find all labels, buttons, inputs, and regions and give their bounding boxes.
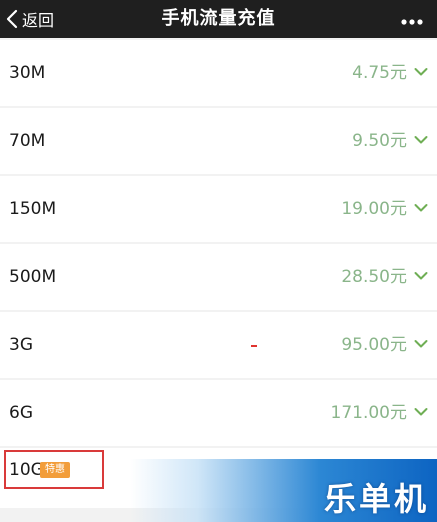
package-name: 500M bbox=[9, 267, 57, 287]
package-price: 19.00元 bbox=[341, 199, 407, 219]
package-row-500m[interactable]: 500M 28.50元 bbox=[0, 244, 437, 310]
package-row-3g[interactable]: 3G 95.00元 bbox=[0, 312, 437, 378]
package-name: 70M bbox=[9, 131, 46, 151]
more-button[interactable] bbox=[395, 0, 429, 38]
package-price: 28.50元 bbox=[341, 267, 407, 287]
package-row-30m[interactable]: 30M 4.75元 bbox=[0, 40, 437, 106]
package-price: 95.00元 bbox=[341, 335, 407, 355]
more-dots-icon bbox=[401, 10, 423, 29]
package-price: 4.75元 bbox=[352, 63, 407, 83]
package-name: 150M bbox=[9, 199, 57, 219]
back-label: 返回 bbox=[22, 11, 55, 30]
package-list: 30M 4.75元 70M 9.50元 150M 19.00元 500M 28.… bbox=[0, 40, 437, 508]
package-row-6g[interactable]: 6G 171.00元 bbox=[0, 380, 437, 446]
package-row-70m[interactable]: 70M 9.50元 bbox=[0, 108, 437, 174]
red-mark bbox=[251, 345, 257, 347]
package-price: 171.00元 bbox=[330, 403, 407, 423]
package-price: 9.50元 bbox=[352, 131, 407, 151]
chevron-down-icon bbox=[414, 135, 428, 145]
package-name: 6G bbox=[9, 403, 33, 423]
package-name: 3G bbox=[9, 335, 33, 355]
page-title: 手机流量充值 bbox=[161, 8, 276, 29]
highlight-frame bbox=[4, 450, 104, 489]
package-row-10g[interactable]: 10G 特惠 bbox=[0, 448, 437, 508]
chevron-down-icon bbox=[414, 67, 428, 77]
package-row-150m[interactable]: 150M 19.00元 bbox=[0, 176, 437, 242]
chevron-down-icon bbox=[414, 339, 428, 349]
chevron-down-icon bbox=[414, 407, 428, 417]
chevron-down-icon bbox=[414, 203, 428, 213]
chevron-left-icon bbox=[6, 9, 18, 29]
chevron-down-icon bbox=[414, 271, 428, 281]
back-button[interactable]: 返回 bbox=[6, 0, 54, 38]
top-bar: 返回 手机流量充值 bbox=[0, 0, 437, 38]
package-name: 30M bbox=[9, 63, 46, 83]
